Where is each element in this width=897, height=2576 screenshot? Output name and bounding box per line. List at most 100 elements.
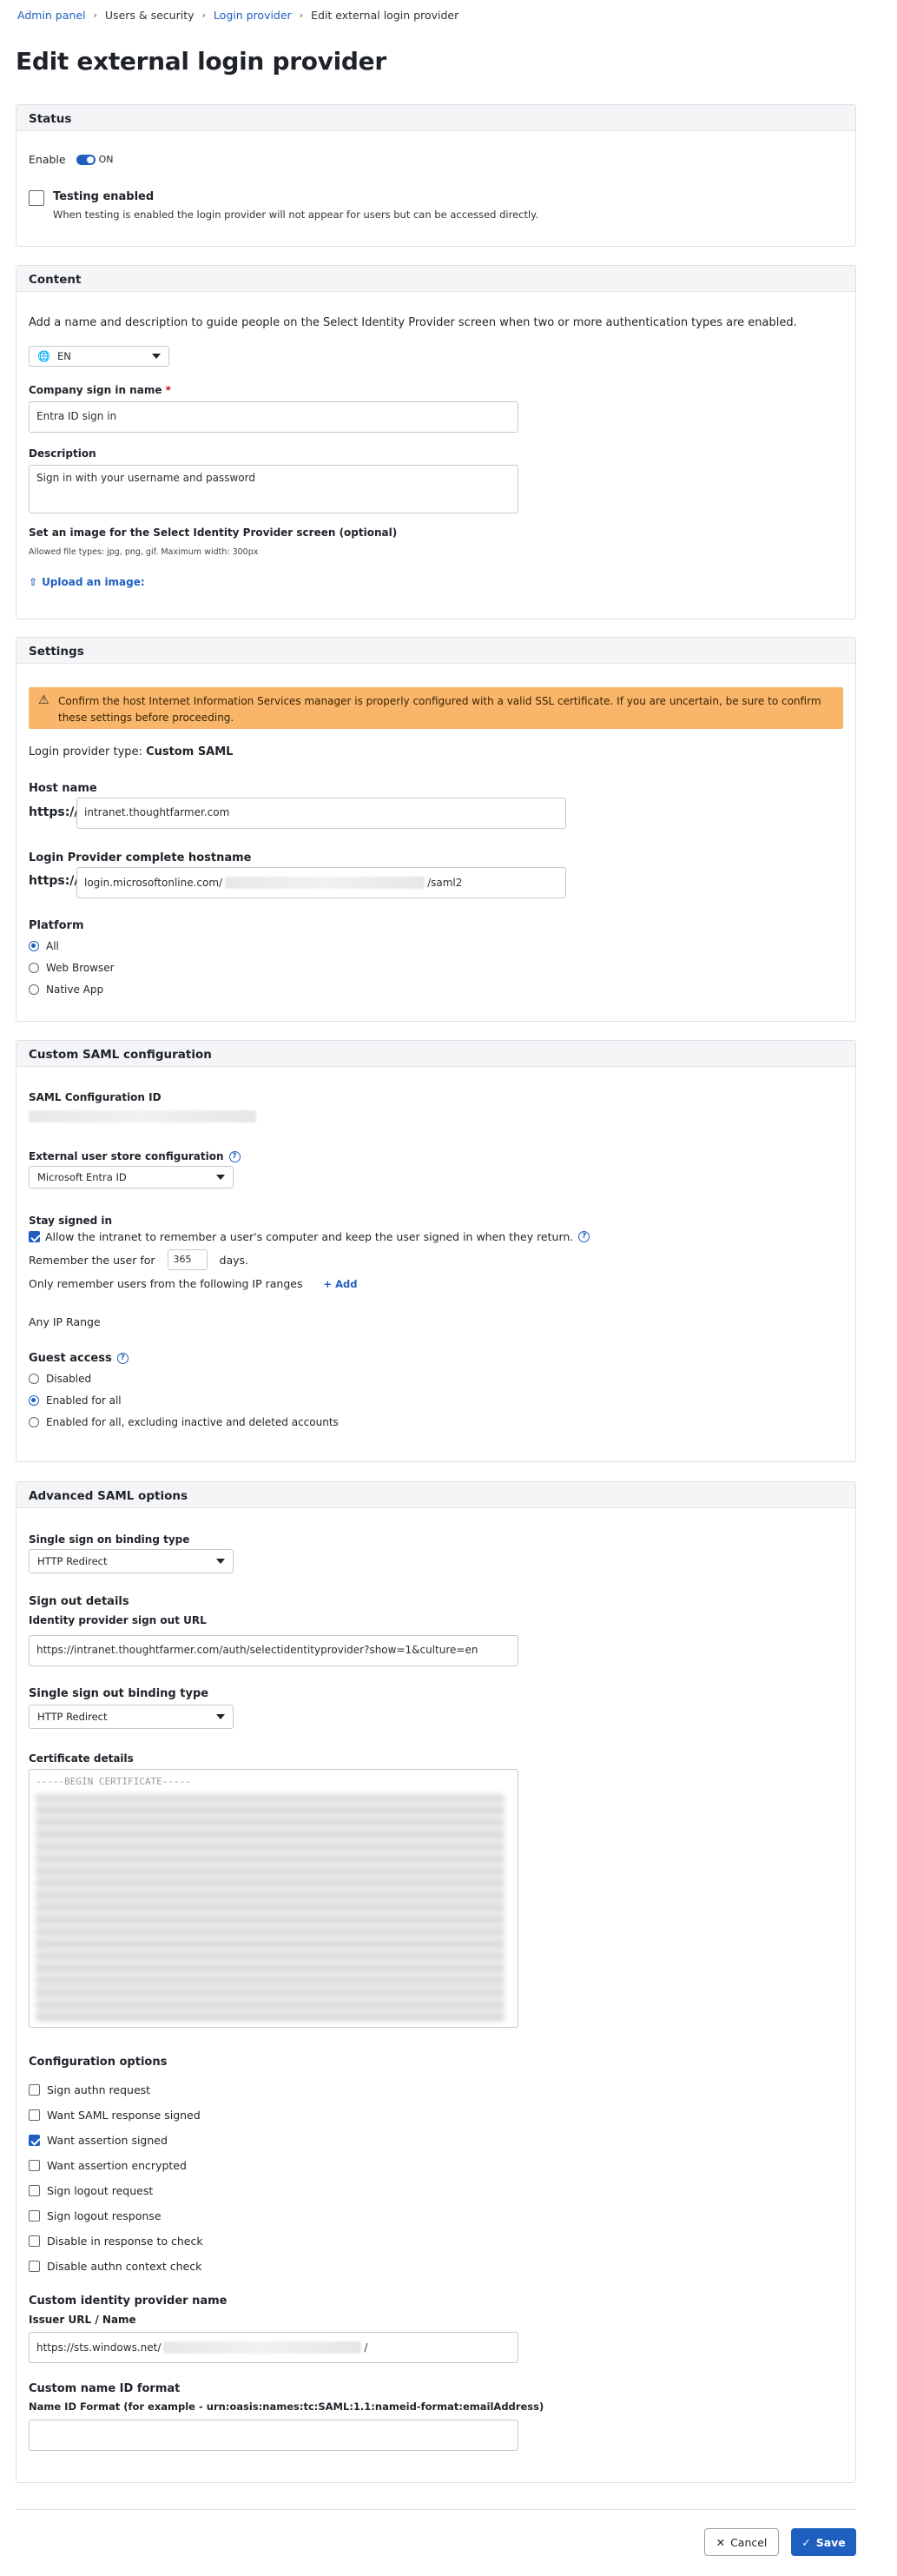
sso-binding-select[interactable]: HTTP Redirect bbox=[29, 1549, 234, 1573]
breadcrumb-current: Edit external login provider bbox=[311, 9, 459, 22]
issuer-input[interactable]: https://sts.windows.net/ / bbox=[29, 2332, 518, 2363]
name-id-format-title: Custom name ID format bbox=[29, 2382, 181, 2395]
save-label: Save bbox=[815, 2535, 846, 2549]
idp-sign-out-url-input[interactable]: https://intranet.thoughtfarmer.com/auth/… bbox=[29, 1635, 518, 1666]
config-option[interactable]: Disable in response to check bbox=[29, 2228, 203, 2254]
config-checkbox[interactable] bbox=[29, 2235, 40, 2247]
settings-panel: Settings ⚠ Confirm the host Internet Inf… bbox=[16, 637, 856, 1022]
testing-enabled-label: Testing enabled bbox=[53, 190, 155, 203]
guest-enabled-option[interactable]: Enabled for all bbox=[29, 1394, 122, 1407]
config-checkbox[interactable] bbox=[29, 2135, 40, 2146]
config-option[interactable]: Want assertion signed bbox=[29, 2128, 203, 2153]
complete-hostname-suffix: /saml2 bbox=[427, 877, 463, 889]
configuration-options-label: Configuration options bbox=[29, 2056, 168, 2069]
ssl-warning-banner: ⚠ Confirm the host Internet Information … bbox=[29, 687, 843, 729]
host-https-prefix: https:// bbox=[29, 805, 79, 819]
breadcrumb-login-provider[interactable]: Login provider bbox=[214, 9, 292, 22]
chevron-right-icon: › bbox=[201, 10, 206, 21]
stay-signed-in-label: Stay signed in bbox=[29, 1215, 113, 1227]
config-option-label: Disable in response to check bbox=[47, 2235, 203, 2248]
config-option[interactable]: Sign authn request bbox=[29, 2077, 203, 2103]
description-label: Description bbox=[29, 447, 96, 460]
content-intro: Add a name and description to guide peop… bbox=[29, 316, 797, 329]
user-store-label: External user store configuration bbox=[29, 1150, 224, 1162]
platform-native-option[interactable]: Native App bbox=[29, 983, 103, 996]
complete-hostname-prefix: login.microsoftonline.com/ bbox=[84, 877, 223, 889]
cancel-button[interactable]: ✕ Cancel bbox=[704, 2528, 779, 2556]
config-checkbox[interactable] bbox=[29, 2084, 40, 2096]
name-id-format-input[interactable] bbox=[29, 2420, 518, 2451]
platform-all-option[interactable]: All bbox=[29, 940, 59, 952]
config-checkbox[interactable] bbox=[29, 2261, 40, 2272]
radio-icon bbox=[29, 1417, 39, 1427]
user-store-select[interactable]: Microsoft Entra ID bbox=[29, 1166, 234, 1189]
redacted-tenant-id bbox=[163, 2341, 362, 2354]
host-name-label: Host name bbox=[29, 782, 97, 795]
config-option[interactable]: Sign logout response bbox=[29, 2203, 203, 2228]
toggle-state-label: ON bbox=[98, 154, 114, 165]
ssl-warning-text: Confirm the host Internet Information Se… bbox=[58, 695, 821, 724]
config-option[interactable]: Sign logout request bbox=[29, 2178, 203, 2203]
config-checkbox[interactable] bbox=[29, 2160, 40, 2171]
platform-web-label: Web Browser bbox=[46, 962, 115, 974]
help-icon[interactable]: ? bbox=[228, 1150, 241, 1162]
breadcrumb: Admin panel › Users & security › Login p… bbox=[17, 9, 458, 22]
host-name-input[interactable]: intranet.thoughtfarmer.com bbox=[76, 798, 566, 829]
company-sign-in-input[interactable]: Entra ID sign in bbox=[29, 401, 518, 433]
user-store-value: Microsoft Entra ID bbox=[37, 1171, 127, 1183]
required-mark: * bbox=[165, 384, 171, 396]
help-icon[interactable]: ? bbox=[116, 1353, 129, 1364]
chevron-down-icon bbox=[216, 1714, 225, 1719]
config-option[interactable]: Want SAML response signed bbox=[29, 2103, 203, 2128]
enable-toggle[interactable]: ON bbox=[76, 154, 114, 165]
certificate-details-label: Certificate details bbox=[29, 1752, 134, 1765]
guest-disabled-option[interactable]: Disabled bbox=[29, 1373, 91, 1385]
config-option[interactable]: Want assertion encrypted bbox=[29, 2153, 203, 2178]
platform-native-label: Native App bbox=[46, 983, 104, 996]
language-select[interactable]: 🌐 EN bbox=[29, 346, 169, 367]
redacted-tenant bbox=[225, 877, 425, 889]
saml-config-id-label: SAML Configuration ID bbox=[29, 1091, 162, 1103]
complete-hostname-label: Login Provider complete hostname bbox=[29, 851, 252, 864]
idp-sign-out-url-label: Identity provider sign out URL bbox=[29, 1614, 207, 1626]
stay-signed-in-checkbox[interactable] bbox=[29, 1231, 40, 1242]
advanced-saml-panel: Advanced SAML options Single sign on bin… bbox=[16, 1481, 856, 2483]
remember-prefix: Remember the user for bbox=[29, 1253, 155, 1267]
add-ip-range-button[interactable]: + Add bbox=[323, 1278, 357, 1290]
upload-image-link[interactable]: ⇧ Upload an image: bbox=[29, 576, 145, 588]
description-textarea[interactable]: Sign in with your username and password bbox=[29, 465, 518, 513]
slo-binding-label: Single sign out binding type bbox=[29, 1687, 209, 1700]
radio-icon bbox=[29, 1374, 39, 1384]
stay-signed-in-text: Allow the intranet to remember a user's … bbox=[45, 1230, 574, 1243]
breadcrumb-admin-panel[interactable]: Admin panel bbox=[17, 9, 86, 22]
radio-selected-icon bbox=[29, 941, 39, 951]
config-option-label: Disable authn context check bbox=[47, 2260, 202, 2273]
advanced-saml-panel-title: Advanced SAML options bbox=[16, 1482, 855, 1508]
slo-binding-select[interactable]: HTTP Redirect bbox=[29, 1705, 234, 1729]
config-checkbox[interactable] bbox=[29, 2210, 40, 2222]
sso-binding-value: HTTP Redirect bbox=[37, 1555, 108, 1567]
plus-icon: + bbox=[323, 1277, 333, 1290]
remember-days-input[interactable]: 365 bbox=[167, 1249, 208, 1270]
help-icon[interactable]: ? bbox=[578, 1231, 590, 1242]
globe-icon: 🌐 bbox=[37, 350, 50, 362]
complete-hostname-input[interactable]: login.microsoftonline.com/ /saml2 bbox=[76, 867, 566, 898]
platform-web-option[interactable]: Web Browser bbox=[29, 962, 115, 974]
chevron-down-icon bbox=[152, 354, 161, 359]
sso-binding-label: Single sign on binding type bbox=[29, 1533, 190, 1546]
chevron-right-icon: › bbox=[93, 10, 97, 21]
config-option[interactable]: Disable authn context check bbox=[29, 2254, 203, 2279]
toggle-switch-icon bbox=[76, 154, 96, 165]
certificate-textarea[interactable]: -----BEGIN CERTIFICATE----- bbox=[29, 1769, 518, 2028]
add-ip-range-label: Add bbox=[335, 1277, 358, 1290]
platform-all-label: All bbox=[46, 940, 59, 952]
guest-excluding-option[interactable]: Enabled for all, excluding inactive and … bbox=[29, 1416, 339, 1428]
config-checkbox[interactable] bbox=[29, 2185, 40, 2196]
config-checkbox[interactable] bbox=[29, 2109, 40, 2121]
radio-icon bbox=[29, 984, 39, 995]
testing-enabled-checkbox[interactable] bbox=[29, 190, 44, 206]
save-button[interactable]: ✓ Save bbox=[791, 2528, 856, 2556]
slo-binding-value: HTTP Redirect bbox=[37, 1711, 108, 1723]
image-help: Allowed file types: jpg, png, gif. Maxim… bbox=[29, 547, 259, 557]
status-panel: Status Enable ON Testing enabled When te… bbox=[16, 104, 856, 247]
